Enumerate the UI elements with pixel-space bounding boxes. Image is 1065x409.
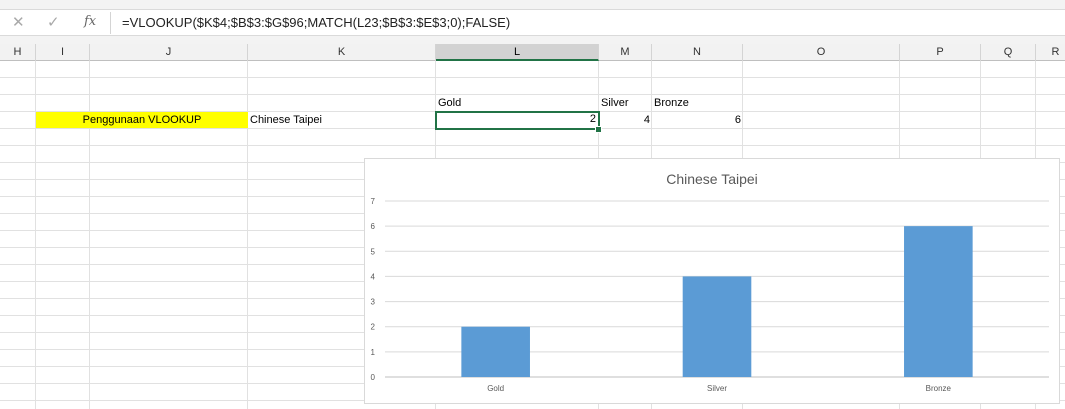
x-tick-label: Gold	[487, 384, 504, 393]
cell-n6[interactable]: 6	[652, 112, 743, 128]
check-icon[interactable]: ✓	[47, 13, 60, 31]
column-header-row: H I J K L M N O P Q R	[0, 44, 1065, 61]
column-header-r[interactable]: R	[1036, 44, 1065, 61]
row-line	[0, 145, 1065, 146]
formula-bar-box: ✕ ✓ fx =VLOOKUP($K$4;$B$3:$G$96;MATCH(L2…	[0, 9, 1065, 36]
column-header-j[interactable]: J	[90, 44, 248, 61]
cell-n5[interactable]: Bronze	[652, 95, 743, 111]
x-tick-label: Bronze	[926, 384, 952, 393]
row-line	[0, 77, 1065, 78]
column-header-i[interactable]: I	[36, 44, 90, 61]
cell-l5[interactable]: Gold	[436, 95, 599, 111]
close-icon[interactable]: ✕	[12, 13, 25, 31]
y-tick-label: 0	[371, 373, 376, 382]
column-header-q[interactable]: Q	[981, 44, 1036, 61]
y-tick-label: 2	[371, 323, 376, 332]
y-tick-label: 3	[371, 298, 376, 307]
insert-function-icon[interactable]: fx	[84, 14, 96, 29]
cell-l6-active[interactable]: 2	[435, 111, 600, 130]
formula-input[interactable]: =VLOOKUP($K$4;$B$3:$G$96;MATCH(L23;$B$3:…	[122, 15, 510, 30]
y-tick-label: 6	[371, 222, 376, 231]
column-header-l[interactable]: L	[436, 44, 599, 61]
x-tick-label: Silver	[707, 384, 727, 393]
y-tick-label: 5	[371, 247, 376, 256]
y-tick-label: 4	[371, 272, 376, 281]
cell-k6[interactable]: Chinese Taipei	[248, 112, 436, 128]
column-header-n[interactable]: N	[652, 44, 743, 61]
y-tick-label: 7	[371, 197, 376, 206]
column-header-k[interactable]: K	[248, 44, 436, 61]
column-header-p[interactable]: P	[900, 44, 981, 61]
cell-j6-title[interactable]: Penggunaan VLOOKUP	[36, 112, 248, 128]
column-header-m[interactable]: M	[599, 44, 652, 61]
y-tick-label: 1	[371, 348, 376, 357]
cell-m5[interactable]: Silver	[599, 95, 652, 111]
bar	[682, 276, 752, 377]
formula-bar-divider	[110, 12, 111, 34]
column-header-o[interactable]: O	[743, 44, 900, 61]
bar-chart[interactable]: Chinese Taipei 0 1 2 3 4 5 6 7 Gold Silver Bronze	[364, 158, 1060, 404]
column-header-h[interactable]: H	[0, 44, 36, 61]
bar	[904, 226, 973, 377]
formula-bar: ✕ ✓ fx =VLOOKUP($K$4;$B$3:$G$96;MATCH(L2…	[0, 0, 1065, 44]
bar	[461, 326, 530, 377]
chart-plot-area: 0 1 2 3 4 5 6 7 Gold Silver Bronze	[371, 197, 1049, 393]
cell-m6[interactable]: 4	[599, 112, 652, 128]
